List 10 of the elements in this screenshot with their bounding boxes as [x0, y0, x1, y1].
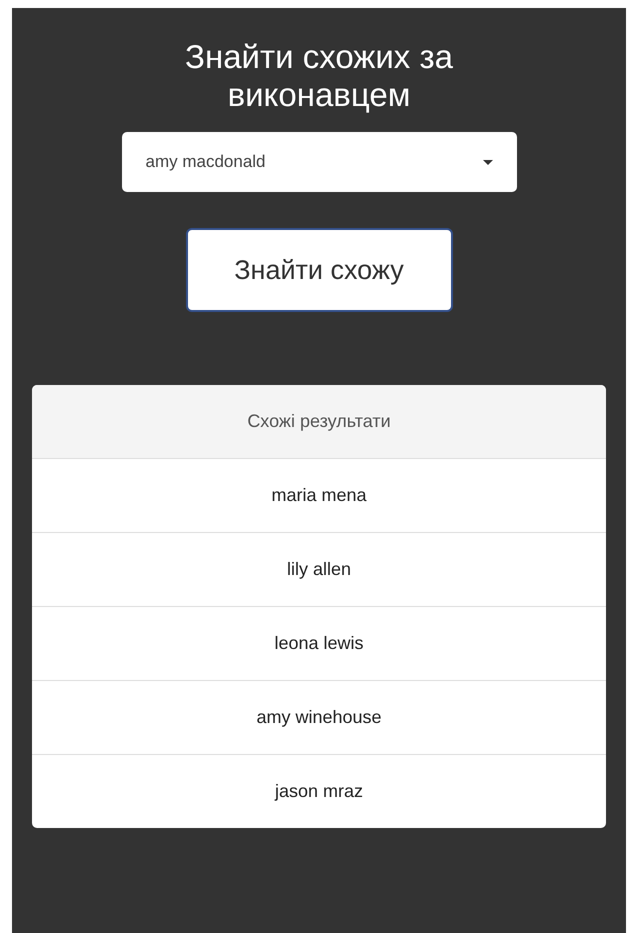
result-item[interactable]: amy winehouse	[32, 681, 606, 755]
result-item[interactable]: lily allen	[32, 533, 606, 607]
caret-icon	[482, 160, 492, 164]
results-header: Схожі результати	[32, 385, 606, 459]
search-button[interactable]: Знайти схожу	[186, 228, 452, 312]
artist-dropdown[interactable]: amy macdonald	[122, 132, 516, 192]
result-item[interactable]: jason mraz	[32, 755, 606, 828]
result-item[interactable]: leona lewis	[32, 607, 606, 681]
result-item[interactable]: maria mena	[32, 459, 606, 533]
page-title: Знайти схожих за виконавцем	[184, 38, 454, 114]
